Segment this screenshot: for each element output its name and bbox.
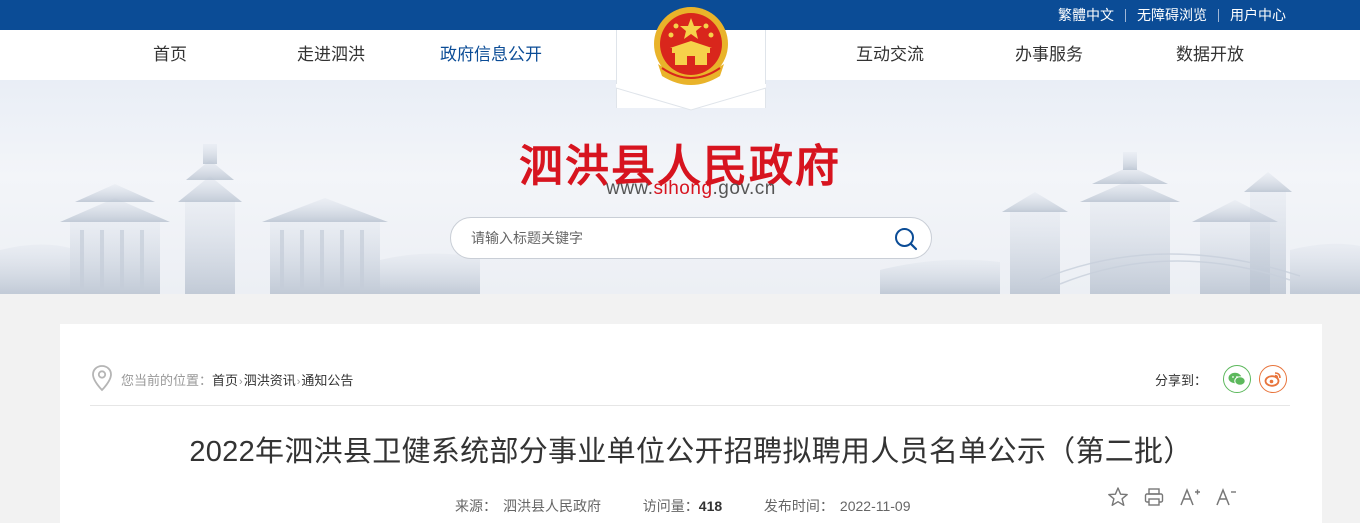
- weibo-icon: [1264, 372, 1281, 387]
- nav-item-about[interactable]: 走进泗洪: [261, 30, 401, 80]
- article-meta: 来源： 泗洪县人民政府 访问量：418 发布时间： 2022-11-09: [455, 496, 911, 516]
- breadcrumb-prefix: 您当前的位置：: [121, 373, 213, 388]
- emblem-icon[interactable]: [650, 4, 732, 92]
- nav-item-home[interactable]: 首页: [100, 30, 240, 80]
- nav-item-interaction[interactable]: 互动交流: [820, 30, 960, 80]
- search-box: [450, 217, 932, 259]
- site-url: www.sihong.gov.cn: [0, 178, 1360, 200]
- location-pin-icon: [92, 365, 112, 392]
- divider: [1125, 8, 1126, 22]
- wechat-icon: [1228, 372, 1246, 386]
- breadcrumb-home[interactable]: 首页: [212, 373, 238, 388]
- breadcrumb-row: 您当前的位置：首页›泗洪资讯›通知公告 分享到：: [90, 362, 1290, 406]
- font-decrease-icon[interactable]: [1215, 486, 1237, 508]
- top-links: 繁體中文 无障碍浏览 用户中心: [1058, 0, 1286, 30]
- font-increase-icon[interactable]: [1179, 486, 1201, 508]
- views-value: 418: [698, 498, 723, 514]
- views-label: 访问量：: [642, 498, 699, 514]
- search-icon[interactable]: [893, 226, 919, 252]
- share-label: 分享到：: [1155, 373, 1208, 388]
- breadcrumb-separator: ›: [296, 376, 301, 388]
- breadcrumb: 您当前的位置：首页›泗洪资讯›通知公告: [121, 370, 353, 389]
- breadcrumb-news[interactable]: 泗洪资讯: [244, 373, 296, 388]
- article-title: 2022年泗洪县卫健系统部分事业单位公开招聘拟聘用人员名单公示（第二批）: [189, 436, 1193, 468]
- breadcrumb-separator: ›: [239, 376, 243, 388]
- source-label: 来源：: [455, 498, 497, 514]
- banner: 泗洪县人民政府 www.sihong.gov.cn: [0, 80, 1360, 294]
- print-icon[interactable]: [1143, 486, 1165, 508]
- date-label: 发布时间：: [763, 498, 834, 514]
- share-wechat-button[interactable]: [1223, 365, 1251, 393]
- article-card: 您当前的位置：首页›泗洪资讯›通知公告 分享到： 2022年泗洪县卫健系统部分事…: [60, 324, 1322, 523]
- accessibility-link[interactable]: 无障碍浏览: [1137, 5, 1207, 25]
- url-suffix: .gov.cn: [712, 178, 776, 199]
- nav-item-services[interactable]: 办事服务: [979, 30, 1119, 80]
- star-icon[interactable]: [1107, 486, 1129, 508]
- traditional-chinese-link[interactable]: 繁體中文: [1058, 5, 1114, 25]
- share-weibo-button[interactable]: [1259, 365, 1287, 393]
- date-value: 2022-11-09: [839, 498, 911, 514]
- url-prefix: www.: [606, 178, 654, 199]
- nav-item-gov-info[interactable]: 政府信息公开: [421, 30, 561, 80]
- divider: [1218, 8, 1219, 22]
- breadcrumb-notices[interactable]: 通知公告: [301, 373, 353, 388]
- source-value: 泗洪县人民政府: [503, 498, 601, 514]
- nav-item-open-data[interactable]: 数据开放: [1140, 30, 1280, 80]
- url-highlight: sihong: [653, 178, 713, 199]
- search-input[interactable]: [471, 226, 871, 250]
- user-center-link[interactable]: 用户中心: [1230, 5, 1286, 25]
